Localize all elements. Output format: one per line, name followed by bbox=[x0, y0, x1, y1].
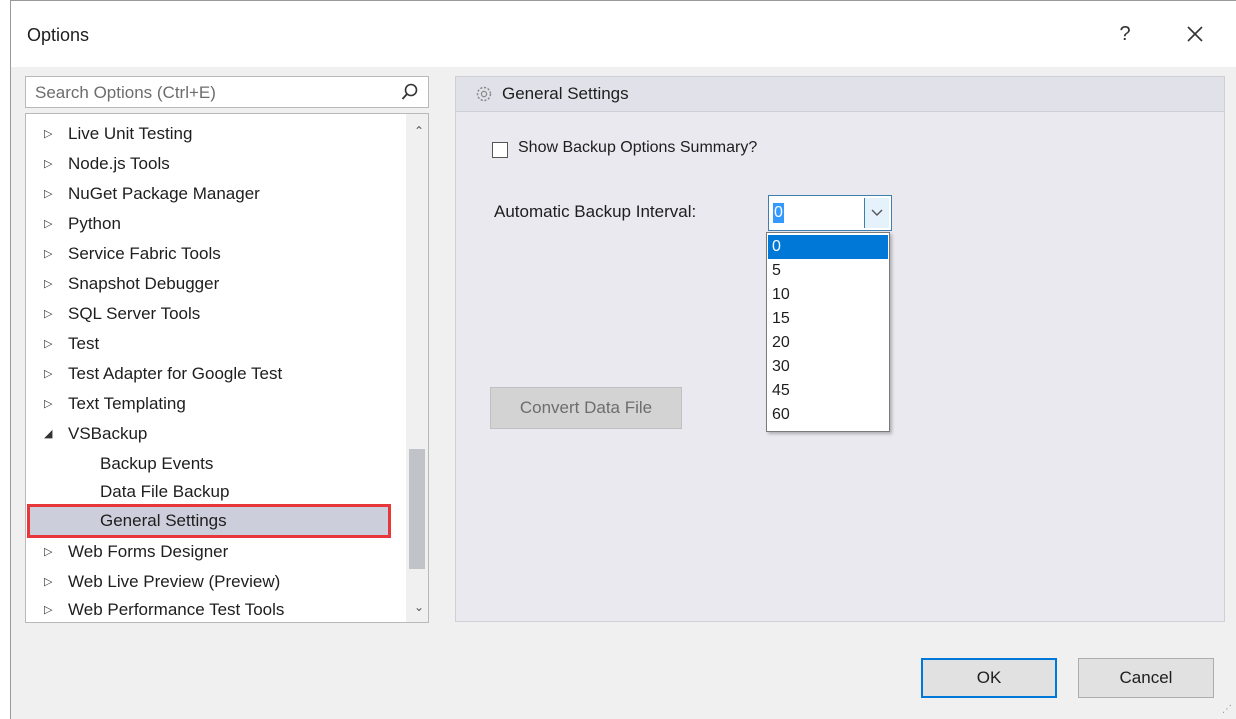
expand-arrow-icon[interactable]: ▷ bbox=[44, 330, 52, 358]
help-button[interactable]: ? bbox=[1109, 17, 1141, 51]
interval-option[interactable]: 15 bbox=[768, 307, 888, 331]
tree-item-label: Test bbox=[68, 334, 100, 353]
tree-item-label: Service Fabric Tools bbox=[68, 244, 221, 263]
search-placeholder: Search Options (Ctrl+E) bbox=[35, 83, 216, 102]
expand-arrow-icon[interactable]: ▷ bbox=[44, 150, 52, 178]
tree-item-python[interactable]: ▷ Python bbox=[26, 210, 396, 238]
tree-item-nuget-package-manager[interactable]: ▷ NuGet Package Manager bbox=[26, 180, 396, 208]
tree-item-label: Test Adapter for Google Test bbox=[68, 364, 283, 383]
tree-item-label: NuGet Package Manager bbox=[68, 184, 260, 203]
tree-item-label: Web Performance Test Tools bbox=[68, 600, 285, 619]
close-button[interactable] bbox=[1177, 17, 1213, 51]
interval-option[interactable]: 5 bbox=[768, 259, 888, 283]
dropdown-button[interactable] bbox=[864, 198, 889, 228]
expand-arrow-icon[interactable]: ▷ bbox=[44, 596, 52, 622]
show-summary-label[interactable]: Show Backup Options Summary? bbox=[518, 139, 757, 157]
interval-option[interactable]: 20 bbox=[768, 331, 888, 355]
expand-arrow-icon[interactable]: ▷ bbox=[44, 568, 52, 596]
tree-item-backup-events[interactable]: Backup Events bbox=[26, 450, 396, 478]
expand-arrow-icon[interactable]: ▷ bbox=[44, 360, 52, 388]
interval-value: 0 bbox=[773, 203, 784, 223]
expand-arrow-icon[interactable]: ▷ bbox=[44, 180, 52, 208]
tree-item-live-unit-testing[interactable]: ▷ Live Unit Testing bbox=[26, 120, 396, 148]
tree-item-test[interactable]: ▷ Test bbox=[26, 330, 396, 358]
interval-dropdown-list[interactable]: 0 5 10 15 20 30 45 60 bbox=[766, 232, 890, 432]
chevron-down-icon bbox=[871, 209, 883, 216]
interval-option[interactable]: 0 bbox=[768, 235, 888, 259]
expand-arrow-icon[interactable]: ▷ bbox=[44, 240, 52, 268]
tree-item-label: Node.js Tools bbox=[68, 154, 170, 173]
resize-grip-icon[interactable]: ⋰ bbox=[1222, 704, 1232, 715]
search-input[interactable]: Search Options (Ctrl+E) bbox=[25, 76, 429, 108]
scroll-down-icon[interactable]: ⌄ bbox=[414, 600, 424, 614]
expand-arrow-icon[interactable]: ▷ bbox=[44, 538, 52, 566]
tree-item-label: Snapshot Debugger bbox=[68, 274, 220, 293]
interval-option[interactable]: 30 bbox=[768, 355, 888, 379]
scroll-thumb[interactable] bbox=[409, 449, 425, 569]
interval-combobox[interactable]: 0 bbox=[768, 195, 892, 231]
tree-item-text-templating[interactable]: ▷ Text Templating bbox=[26, 390, 396, 418]
interval-option[interactable]: 60 bbox=[768, 403, 888, 427]
expand-arrow-icon[interactable]: ▷ bbox=[44, 390, 52, 418]
tree-item-data-file-backup[interactable]: Data File Backup bbox=[26, 478, 396, 506]
expand-arrow-icon[interactable]: ▷ bbox=[44, 120, 52, 148]
tree-item-label: SQL Server Tools bbox=[68, 304, 201, 323]
interval-label: Automatic Backup Interval: bbox=[494, 202, 697, 221]
tree-item-label: Web Live Preview (Preview) bbox=[68, 572, 281, 591]
tree-item-web-live-preview[interactable]: ▷ Web Live Preview (Preview) bbox=[26, 568, 396, 596]
expand-arrow-icon[interactable]: ▷ bbox=[44, 210, 52, 238]
show-summary-checkbox[interactable] bbox=[492, 142, 508, 158]
options-tree[interactable]: ▷ Live Unit Testing ▷ Node.js Tools ▷ Nu… bbox=[25, 113, 429, 623]
panel-title: General Settings bbox=[502, 84, 629, 103]
interval-option[interactable]: 45 bbox=[768, 379, 888, 403]
tree-item-label: Web Forms Designer bbox=[68, 542, 229, 561]
tree-item-label: Python bbox=[68, 214, 121, 233]
tree-item-general-settings[interactable]: General Settings bbox=[27, 504, 391, 538]
tree-item-label: Text Templating bbox=[68, 394, 186, 413]
search-icon bbox=[400, 82, 420, 107]
title-bar: Options ? bbox=[11, 1, 1236, 67]
expand-arrow-icon[interactable]: ▷ bbox=[44, 300, 52, 328]
dialog-title: Options bbox=[27, 25, 90, 45]
tree-scrollbar[interactable]: ⌃ ⌄ bbox=[406, 114, 428, 622]
tree-item-label: General Settings bbox=[100, 511, 227, 530]
scroll-up-icon[interactable]: ⌃ bbox=[414, 124, 424, 138]
gear-icon bbox=[474, 84, 494, 109]
panel-header: General Settings bbox=[456, 77, 1224, 112]
cancel-button[interactable]: Cancel bbox=[1078, 658, 1214, 698]
tree-item-label: Live Unit Testing bbox=[68, 124, 193, 143]
tree-item-vsbackup[interactable]: ◢ VSBackup bbox=[26, 420, 396, 448]
interval-option[interactable]: 10 bbox=[768, 283, 888, 307]
tree-item-snapshot-debugger[interactable]: ▷ Snapshot Debugger bbox=[26, 270, 396, 298]
tree-item-service-fabric-tools[interactable]: ▷ Service Fabric Tools bbox=[26, 240, 396, 268]
tree-item-sql-server-tools[interactable]: ▷ SQL Server Tools bbox=[26, 300, 396, 328]
tree-item-web-performance-test-tools[interactable]: ▷ Web Performance Test Tools bbox=[26, 596, 396, 622]
collapse-arrow-icon[interactable]: ◢ bbox=[44, 420, 52, 448]
options-dialog: Options ? Search Options (Ctrl+E) ▷ Live… bbox=[10, 0, 1236, 719]
ok-button[interactable]: OK bbox=[921, 658, 1057, 698]
expand-arrow-icon[interactable]: ▷ bbox=[44, 270, 52, 298]
settings-panel: General Settings Show Backup Options Sum… bbox=[455, 76, 1225, 622]
close-icon bbox=[1187, 26, 1203, 42]
tree-item-label: Data File Backup bbox=[100, 482, 230, 501]
tree-item-label: Backup Events bbox=[100, 454, 214, 473]
tree-item-test-adapter-google-test[interactable]: ▷ Test Adapter for Google Test bbox=[26, 360, 396, 388]
tree-item-nodejs-tools[interactable]: ▷ Node.js Tools bbox=[26, 150, 396, 178]
convert-data-file-button[interactable]: Convert Data File bbox=[490, 387, 682, 429]
tree-item-label: VSBackup bbox=[68, 424, 148, 443]
tree-item-web-forms-designer[interactable]: ▷ Web Forms Designer bbox=[26, 538, 396, 566]
